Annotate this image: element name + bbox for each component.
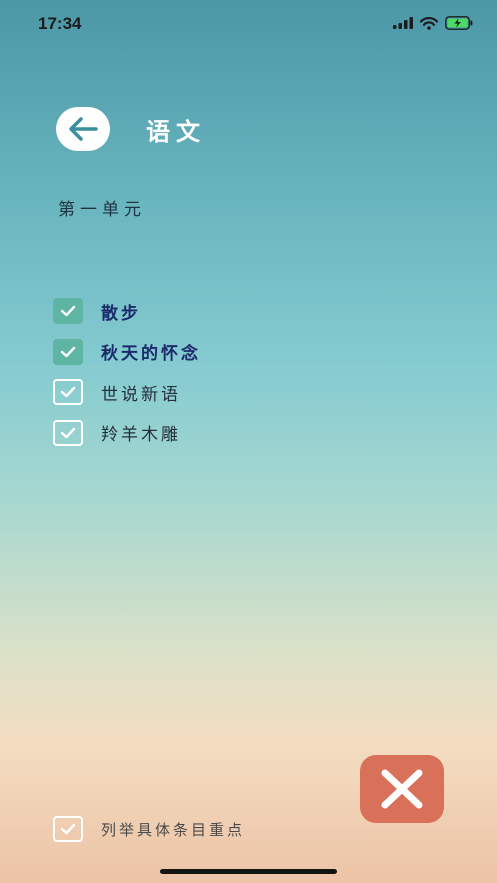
lesson-label: 羚羊木雕 [101, 425, 181, 445]
checkmark-icon [60, 427, 76, 438]
lesson-checkbox[interactable] [53, 419, 83, 446]
status-bar: 17:34 [0, 0, 497, 48]
status-time: 17:34 [38, 14, 82, 33]
home-indicator [160, 869, 337, 874]
checkmark-icon [60, 823, 76, 835]
lesson-checkbox[interactable] [53, 298, 83, 324]
arrow-left-icon [69, 117, 98, 141]
checkmark-icon [60, 386, 76, 398]
lesson-label: 秋天的怀念 [101, 344, 201, 364]
bottom-option-label: 列举具体条目重点 [101, 820, 246, 839]
lesson-list: 散步 秋天的怀念 世说新语 羚羊木雕 [53, 296, 201, 458]
status-icons [393, 16, 473, 30]
page-title: 语文 [146, 117, 206, 146]
bottom-option-checkbox[interactable] [53, 816, 83, 842]
lesson-checkbox[interactable] [53, 379, 83, 405]
lesson-label: 世说新语 [101, 384, 181, 405]
wifi-icon [420, 16, 438, 30]
lesson-label: 散步 [101, 303, 141, 324]
close-button[interactable] [360, 755, 444, 823]
checkmark-icon [60, 346, 76, 357]
lesson-item[interactable]: 散步 [53, 296, 201, 326]
unit-title: 第一单元 [58, 200, 146, 220]
lesson-item[interactable]: 秋天的怀念 [53, 337, 201, 367]
close-icon [381, 769, 423, 809]
lesson-checkbox[interactable] [53, 338, 83, 365]
bottom-option[interactable]: 列举具体条目重点 [53, 816, 245, 842]
checkmark-icon [60, 305, 76, 317]
back-button[interactable] [56, 107, 110, 151]
lesson-item[interactable]: 世说新语 [53, 377, 201, 407]
cellular-signal-icon [393, 17, 413, 29]
lesson-item[interactable]: 羚羊木雕 [53, 418, 201, 448]
battery-charging-icon [445, 16, 473, 30]
